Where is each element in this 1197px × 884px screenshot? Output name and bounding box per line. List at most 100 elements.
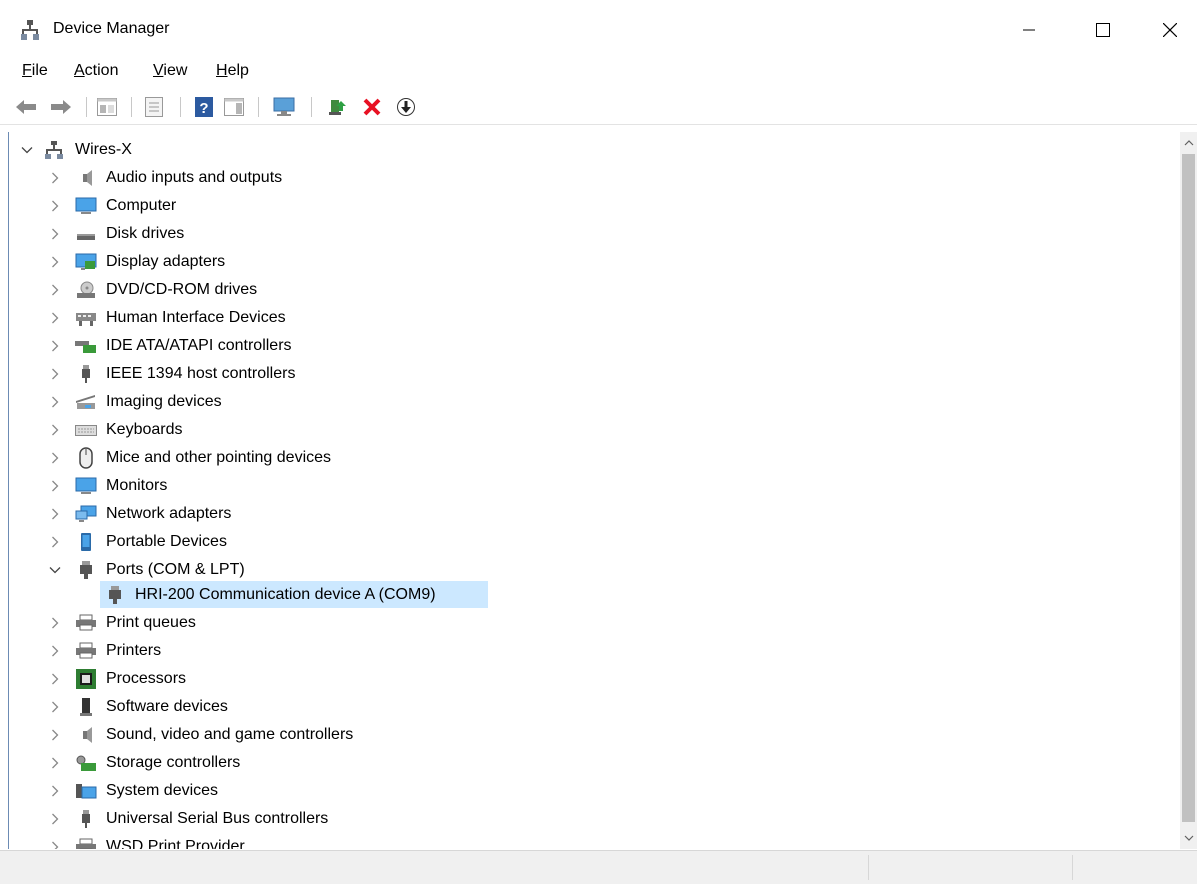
tree-item-label: HRI-200 Communication device A (COM9) xyxy=(135,586,436,603)
tree-item-imaging[interactable]: Imaging devices xyxy=(9,388,409,415)
chevron-right-icon[interactable] xyxy=(49,757,61,769)
title-bar: Device Manager xyxy=(0,0,1197,61)
tree-item-label: Print queues xyxy=(106,614,196,631)
tree-item-wsd-print-provider[interactable]: WSD Print Provider xyxy=(9,833,409,849)
scroll-up-icon[interactable] xyxy=(1180,134,1197,152)
chevron-right-icon[interactable] xyxy=(49,841,61,849)
chevron-right-icon[interactable] xyxy=(49,452,61,464)
tree-item-dvd-cdrom[interactable]: DVD/CD-ROM drives xyxy=(9,276,409,303)
menu-file[interactable]: File xyxy=(22,60,48,82)
portable-device-icon xyxy=(81,533,91,551)
tree-item-keyboards[interactable]: Keyboards xyxy=(9,416,409,443)
ide-controller-icon xyxy=(75,341,96,353)
scroll-down-icon[interactable] xyxy=(1180,829,1197,847)
chevron-right-icon[interactable] xyxy=(49,785,61,797)
chevron-right-icon[interactable] xyxy=(49,256,61,268)
enable-device-icon[interactable] xyxy=(395,96,417,118)
tree-item-computer[interactable]: Computer xyxy=(9,192,409,219)
chevron-right-icon[interactable] xyxy=(49,424,61,436)
chevron-right-icon[interactable] xyxy=(49,368,61,380)
storage-controller-icon xyxy=(76,755,96,771)
tree-item-disk-drives[interactable]: Disk drives xyxy=(9,220,409,247)
chevron-down-icon[interactable] xyxy=(49,564,61,576)
chevron-right-icon[interactable] xyxy=(49,396,61,408)
tree-item-ports[interactable]: Ports (COM & LPT) xyxy=(9,556,409,583)
chevron-right-icon[interactable] xyxy=(49,813,61,825)
chevron-right-icon[interactable] xyxy=(49,645,61,657)
tree-item-print-queues[interactable]: Print queues xyxy=(9,609,409,636)
tree-item-usb-controllers[interactable]: Universal Serial Bus controllers xyxy=(9,805,409,832)
chevron-right-icon[interactable] xyxy=(49,508,61,520)
keyboard-icon xyxy=(75,425,97,436)
chevron-right-icon[interactable] xyxy=(49,200,61,212)
processor-icon xyxy=(76,669,96,689)
toolbar-separator xyxy=(86,97,87,117)
svg-text:?: ? xyxy=(199,100,208,117)
tree-item-label: Human Interface Devices xyxy=(106,309,286,326)
tree-item-audio[interactable]: Audio inputs and outputs xyxy=(9,164,409,191)
scrollbar-thumb[interactable] xyxy=(1182,154,1195,822)
tree-item-hri-200-com9[interactable]: HRI-200 Communication device A (COM9) xyxy=(100,581,488,608)
tree-item-portable-devices[interactable]: Portable Devices xyxy=(9,528,409,555)
hid-icon xyxy=(76,313,96,326)
chevron-right-icon[interactable] xyxy=(49,340,61,352)
tree-item-system-devices[interactable]: System devices xyxy=(9,777,409,804)
tree-item-display-adapters[interactable]: Display adapters xyxy=(9,248,409,275)
forward-arrow-icon[interactable] xyxy=(50,96,72,118)
tree-item-sound-video[interactable]: Sound, video and game controllers xyxy=(9,721,429,748)
properties-icon[interactable] xyxy=(143,96,165,118)
disk-drive-icon xyxy=(77,234,95,240)
chevron-right-icon[interactable] xyxy=(49,228,61,240)
system-devices-icon xyxy=(76,784,97,799)
help-icon[interactable]: ? xyxy=(193,96,215,118)
back-arrow-icon[interactable] xyxy=(15,96,37,118)
chevron-right-icon[interactable] xyxy=(49,729,61,741)
tree-item-label: Universal Serial Bus controllers xyxy=(106,810,329,827)
tree-item-label: System devices xyxy=(106,782,219,799)
device-tree[interactable]: Wires-X Audio inputs and outputs Compute… xyxy=(8,132,1181,849)
tree-item-label: Software devices xyxy=(106,698,228,715)
tree-root[interactable]: Wires-X xyxy=(9,136,309,163)
tree-item-monitors[interactable]: Monitors xyxy=(9,472,409,499)
tree-item-software-devices[interactable]: Software devices xyxy=(9,693,409,720)
action-pane-icon[interactable] xyxy=(223,96,245,118)
show-hide-console-tree-icon[interactable] xyxy=(96,96,118,118)
usb-plug-icon xyxy=(82,810,90,828)
tree-item-label: IEEE 1394 host controllers xyxy=(106,365,296,382)
uninstall-device-icon[interactable] xyxy=(361,96,383,118)
tree-item-label: Imaging devices xyxy=(106,393,222,410)
chevron-right-icon[interactable] xyxy=(49,312,61,324)
update-driver-icon[interactable] xyxy=(326,96,348,118)
chevron-right-icon[interactable] xyxy=(49,617,61,629)
tree-item-mice[interactable]: Mice and other pointing devices xyxy=(9,444,409,471)
close-button[interactable] xyxy=(1147,14,1193,46)
chevron-right-icon[interactable] xyxy=(49,536,61,548)
tree-item-ieee1394[interactable]: IEEE 1394 host controllers xyxy=(9,360,409,387)
scan-hardware-changes-icon[interactable] xyxy=(273,96,295,118)
menu-bar: File Action View Help xyxy=(0,60,1197,86)
chevron-down-icon[interactable] xyxy=(21,144,33,156)
minimize-button[interactable] xyxy=(1006,14,1052,46)
connector-plug-icon xyxy=(82,365,90,383)
menu-view[interactable]: View xyxy=(153,60,187,82)
tree-item-ide-ata[interactable]: IDE ATA/ATAPI controllers xyxy=(9,332,409,359)
menu-help[interactable]: Help xyxy=(216,60,249,82)
menu-action[interactable]: Action xyxy=(74,60,118,82)
tree-item-label: Sound, video and game controllers xyxy=(106,726,354,743)
toolbar: ? xyxy=(0,88,1197,125)
tree-item-printers[interactable]: Printers xyxy=(9,637,409,664)
chevron-right-icon[interactable] xyxy=(49,480,61,492)
chevron-right-icon[interactable] xyxy=(49,172,61,184)
tree-item-processors[interactable]: Processors xyxy=(9,665,409,692)
monitor-icon xyxy=(75,477,97,494)
tree-item-hid[interactable]: Human Interface Devices xyxy=(9,304,409,331)
chevron-right-icon[interactable] xyxy=(49,701,61,713)
tree-item-label: Disk drives xyxy=(106,225,185,242)
tree-item-storage-controllers[interactable]: Storage controllers xyxy=(9,749,409,776)
port-icon xyxy=(109,586,121,604)
maximize-button[interactable] xyxy=(1080,14,1126,46)
tree-item-network-adapters[interactable]: Network adapters xyxy=(9,500,409,527)
vertical-scrollbar[interactable] xyxy=(1180,132,1197,849)
chevron-right-icon[interactable] xyxy=(49,284,61,296)
chevron-right-icon[interactable] xyxy=(49,673,61,685)
